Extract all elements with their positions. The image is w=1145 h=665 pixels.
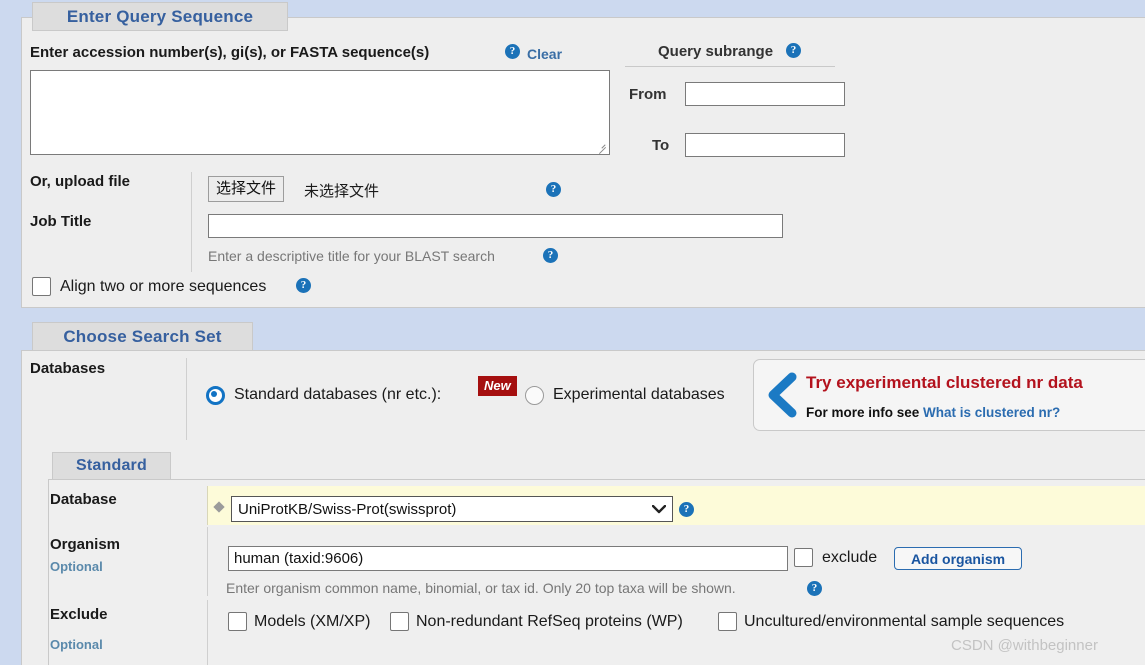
query-input-label: Enter accession number(s), gi(s), or FAS… — [30, 44, 430, 61]
tab-enter-query-sequence-label: Enter Query Sequence — [66, 6, 254, 26]
databases-column-divider — [186, 358, 187, 440]
blast-form-page: Enter Query Sequence Enter accession num… — [0, 0, 1145, 665]
databases-label: Databases — [30, 360, 106, 377]
subrange-to-input[interactable] — [685, 133, 845, 157]
align-two-sequences-label: Align two or more sequences — [60, 278, 267, 295]
clustered-nr-callout — [753, 359, 1145, 431]
organism-exclude-checkbox[interactable] — [794, 548, 813, 567]
standard-databases-label: Standard databases (nr etc.): — [234, 386, 442, 403]
organism-optional-label: Optional — [50, 559, 103, 574]
upload-file-help-icon[interactable]: ? — [546, 182, 561, 197]
query-help-icon[interactable]: ? — [505, 44, 520, 59]
chevron-left-icon — [765, 372, 799, 423]
job-title-help-icon[interactable]: ? — [543, 248, 558, 263]
database-select[interactable]: UniProtKB/Swiss-Prot(swissprot) — [231, 496, 673, 522]
exclude-models-label: Models (XM/XP) — [254, 613, 371, 630]
query-subrange-divider — [625, 66, 835, 67]
query-panel-top-border-right — [288, 17, 1145, 18]
experimental-databases-label: Experimental databases — [553, 386, 725, 403]
subrange-from-input[interactable] — [685, 82, 845, 106]
exclude-label: Exclude — [50, 606, 108, 623]
what-is-clustered-nr-link[interactable]: What is clustered nr? — [923, 405, 1060, 420]
organism-label: Organism — [50, 536, 121, 553]
standard-column-divider-organism — [207, 527, 208, 596]
organism-exclude-label: exclude — [822, 549, 878, 566]
jobtitle-label-column-divider — [191, 210, 192, 272]
standard-panel-top-border-right — [171, 479, 1145, 480]
exclude-optional-label: Optional — [50, 637, 103, 652]
tab-choose-search-set: Choose Search Set — [32, 322, 253, 351]
experimental-databases-radio[interactable] — [525, 386, 544, 405]
query-subrange-label: Query subrange — [658, 43, 774, 60]
query-subrange-help-icon[interactable]: ? — [786, 43, 801, 58]
align-two-sequences-help-icon[interactable]: ? — [296, 278, 311, 293]
job-title-hint: Enter a descriptive title for your BLAST… — [208, 248, 495, 264]
callout-sub-prefix: For more info see — [806, 405, 924, 420]
callout-subtitle: For more info see What is clustered nr? — [806, 405, 1060, 420]
choose-file-button[interactable]: 选择文件 — [208, 176, 285, 202]
organism-hint: Enter organism common name, binomial, or… — [226, 580, 736, 596]
clear-query-link[interactable]: Clear — [527, 46, 562, 62]
watermark-text: CSDN @withbeginner — [951, 637, 1098, 654]
organism-input[interactable] — [228, 546, 788, 571]
exclude-models-checkbox[interactable] — [228, 612, 247, 631]
subrange-from-label: From — [629, 86, 667, 103]
exclude-wp-checkbox[interactable] — [390, 612, 409, 631]
align-two-sequences-checkbox[interactable] — [32, 277, 51, 296]
database-label: Database — [50, 491, 117, 508]
searchset-panel-top-border-right — [253, 350, 1145, 351]
job-title-label: Job Title — [30, 213, 92, 230]
chevron-down-icon — [646, 504, 672, 514]
query-sequence-textarea[interactable] — [30, 70, 610, 155]
new-badge: New — [478, 376, 517, 396]
job-title-input[interactable] — [208, 214, 783, 238]
organism-help-icon[interactable]: ? — [807, 581, 822, 596]
file-status-text: 未选择文件 — [304, 183, 380, 200]
exclude-wp-label: Non-redundant RefSeq proteins (WP) — [416, 613, 683, 630]
callout-title: Try experimental clustered nr data — [806, 373, 1083, 392]
tab-standard-label: Standard — [76, 457, 147, 474]
standard-column-divider-exclude — [207, 600, 208, 665]
tab-choose-search-set-label: Choose Search Set — [63, 326, 222, 346]
upload-file-label: Or, upload file — [30, 173, 131, 190]
add-organism-button[interactable]: Add organism — [894, 547, 1022, 570]
query-panel-top-border-left — [21, 17, 32, 18]
tab-standard: Standard — [52, 452, 171, 480]
exclude-uncultured-checkbox[interactable] — [718, 612, 737, 631]
standard-column-divider-db — [207, 486, 208, 525]
exclude-uncultured-label: Uncultured/environmental sample sequence… — [744, 613, 1065, 630]
database-help-icon[interactable]: ? — [679, 502, 694, 517]
searchset-panel-top-border-left — [21, 350, 32, 351]
database-select-value: UniProtKB/Swiss-Prot(swissprot) — [238, 500, 457, 518]
tab-enter-query-sequence: Enter Query Sequence — [32, 2, 288, 31]
subrange-to-label: To — [652, 137, 670, 154]
standard-databases-radio[interactable] — [206, 386, 225, 405]
